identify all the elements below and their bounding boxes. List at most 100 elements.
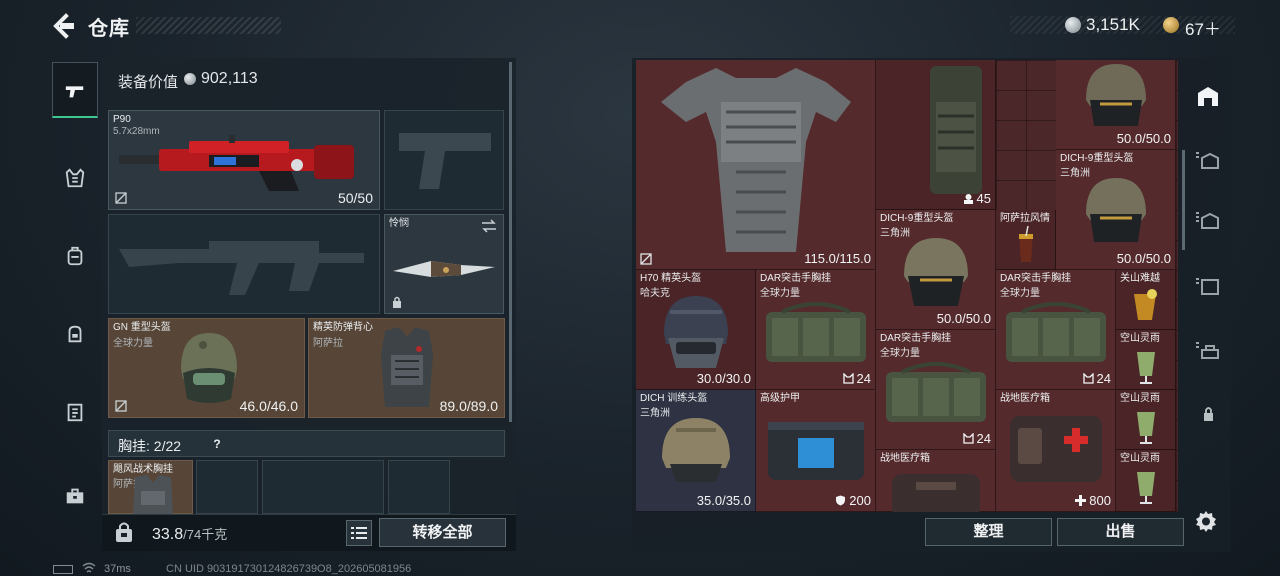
helmet-slot[interactable]: GN 重型头盔 全球力量 46.0/46.0 xyxy=(108,318,305,418)
tab-weapons[interactable] xyxy=(52,62,98,118)
storage-page-2-icon xyxy=(1196,212,1219,229)
tab-vest[interactable] xyxy=(52,150,98,206)
chest-rig-label: 胸挂: xyxy=(118,438,150,454)
armor-durability: 89.0/89.0 xyxy=(439,398,498,414)
rig-pocket-slot[interactable] xyxy=(262,460,384,514)
helmet-durability: 46.0/46.0 xyxy=(239,398,298,414)
storage-item[interactable]: 空山灵雨 xyxy=(1116,330,1176,390)
training-helmet-icon xyxy=(662,418,730,482)
storage-item[interactable]: 战地医疗箱 800 xyxy=(996,390,1116,512)
gold-currency-amount[interactable]: 67＋ xyxy=(1185,15,1221,40)
storage-item[interactable]: 战地医疗箱 xyxy=(876,450,996,512)
storage-item[interactable]: 空山灵雨 xyxy=(1116,390,1176,450)
storage-tab-main[interactable] xyxy=(1188,76,1228,116)
storage-item[interactable]: 阿萨拉风情 xyxy=(996,210,1056,270)
tab-pouch[interactable] xyxy=(52,306,98,362)
item-name: 关山难越 xyxy=(1120,273,1160,284)
list-view-button[interactable] xyxy=(346,520,372,546)
backpack-item-icon xyxy=(930,66,982,194)
chest-rig-slot[interactable]: 飓风战术胸挂 阿萨拉 xyxy=(108,460,193,515)
pouch-icon xyxy=(68,325,82,343)
dar-rig-icon xyxy=(886,362,986,422)
network-ping: 37ms xyxy=(104,563,131,575)
back-button[interactable] xyxy=(50,12,80,40)
dich9-helmet-icon xyxy=(904,238,968,306)
item-name: DICH-9重型头盔 xyxy=(880,213,954,224)
storage-tab-locked[interactable] xyxy=(1188,394,1228,434)
melee-name: 怜悯 xyxy=(389,218,409,229)
settings-gear-icon[interactable] xyxy=(1194,509,1218,533)
secondary-weapon-slot[interactable] xyxy=(108,214,380,314)
item-name: H70 精英头盔 xyxy=(640,273,702,284)
storage-item[interactable]: DICH-9重型头盔 三角洲 50.0/50.0 xyxy=(1056,150,1176,270)
tab-tasks[interactable] xyxy=(52,384,98,440)
transfer-all-button[interactable]: 转移全部 xyxy=(379,518,506,547)
chest-rig-capacity: 胸挂: 2/22 xyxy=(118,436,181,456)
silver-currency-amount[interactable]: 3,151K xyxy=(1086,15,1140,35)
storage-item[interactable]: DAR突击手胸挂 全球力量 24 xyxy=(756,270,876,390)
armor-slot[interactable]: 精英防弹背心 阿萨拉 89.0/89.0 xyxy=(308,318,505,418)
rig-pocket-slot[interactable] xyxy=(196,460,258,514)
carry-weight-max: /74千克 xyxy=(183,527,228,542)
storage-item[interactable]: 关山难越 xyxy=(1116,270,1176,330)
tab-toolbox[interactable] xyxy=(52,468,98,524)
rig-capacity-icon xyxy=(962,433,974,444)
plus-icon xyxy=(1075,495,1087,506)
sell-button[interactable]: 出售 xyxy=(1057,518,1184,546)
item-name: DAR突击手胸挂 xyxy=(760,273,832,284)
item-durability: 50.0/50.0 xyxy=(936,311,991,326)
carry-weight-current: 33.8 xyxy=(152,526,184,543)
storage-page-1-icon xyxy=(1196,152,1219,169)
storage-tab-4[interactable] xyxy=(1188,330,1228,370)
weight-icon xyxy=(116,522,132,542)
armor-kit-icon xyxy=(768,422,864,480)
rig-pocket-slot[interactable] xyxy=(388,460,450,514)
glass-drink-icon xyxy=(1137,352,1155,384)
item-heal-amount: 800 xyxy=(1089,493,1111,508)
melee-slot[interactable]: 怜悯 xyxy=(384,214,504,314)
storage-tab-1[interactable] xyxy=(1188,140,1228,180)
swap-icon[interactable] xyxy=(481,219,497,233)
back-arrow-icon xyxy=(53,13,74,39)
storage-item[interactable]: DAR突击手胸挂 全球力量 24 xyxy=(876,330,996,450)
title-decoration xyxy=(136,17,281,34)
storage-item[interactable]: 50.0/50.0 xyxy=(1056,60,1176,150)
item-name: 高级护甲 xyxy=(760,393,800,404)
pistol-icon xyxy=(65,85,84,97)
drink-icon xyxy=(1019,226,1033,262)
storage-item[interactable]: 高级护甲 200 xyxy=(756,390,876,512)
storage-grid[interactable]: 115.0/115.0 45 50.0/50.0 DICH-9重型头盔 三角洲 xyxy=(636,60,1178,512)
storage-item[interactable]: 空山灵雨 xyxy=(1116,450,1176,512)
sort-button[interactable]: 整理 xyxy=(925,518,1052,546)
item-armor-value: 200 xyxy=(835,493,871,508)
item-capacity: 24 xyxy=(1082,371,1111,386)
storage-page-3-icon xyxy=(1196,278,1219,295)
storage-item[interactable]: 115.0/115.0 xyxy=(636,60,876,270)
storage-tab-3[interactable] xyxy=(1188,266,1228,306)
loadout-scrollbar[interactable] xyxy=(509,62,512,422)
dich-helmet-icon xyxy=(1086,64,1146,126)
storage-item[interactable]: DICH-9重型头盔 三角洲 50.0/50.0 xyxy=(876,210,996,330)
storage-item[interactable]: DICH 训练头盔 三角洲 35.0/35.0 xyxy=(636,390,756,512)
capacity-icon xyxy=(963,194,973,204)
storage-item[interactable]: H70 精英头盔 哈夫克 30.0/30.0 xyxy=(636,270,756,390)
pistol-slot[interactable] xyxy=(384,110,504,210)
chest-rig-total: /22 xyxy=(161,438,182,454)
primary-weapon-slot[interactable]: P90 5.7x28mm 50/50 xyxy=(108,110,380,210)
storage-tab-2[interactable] xyxy=(1188,200,1228,240)
help-icon[interactable]: ? xyxy=(209,436,225,452)
wifi-icon xyxy=(82,562,96,573)
vest-icon xyxy=(65,168,85,188)
backpack-icon xyxy=(67,246,83,266)
item-name: 空山灵雨 xyxy=(1120,453,1160,464)
storage-item[interactable]: 45 xyxy=(876,60,996,210)
glass-drink-icon xyxy=(1137,412,1155,444)
item-capacity-value: 24 xyxy=(1096,371,1111,386)
storage-item[interactable]: DAR突击手胸挂 全球力量 24 xyxy=(996,270,1116,390)
dar-rig-icon xyxy=(766,302,866,362)
tab-backpack[interactable] xyxy=(52,228,98,284)
storage-scrollbar[interactable] xyxy=(1182,150,1185,250)
item-durability: 35.0/35.0 xyxy=(696,493,751,508)
p90-rifle-icon xyxy=(119,135,354,191)
item-name: DICH 训练头盔 xyxy=(640,393,708,404)
